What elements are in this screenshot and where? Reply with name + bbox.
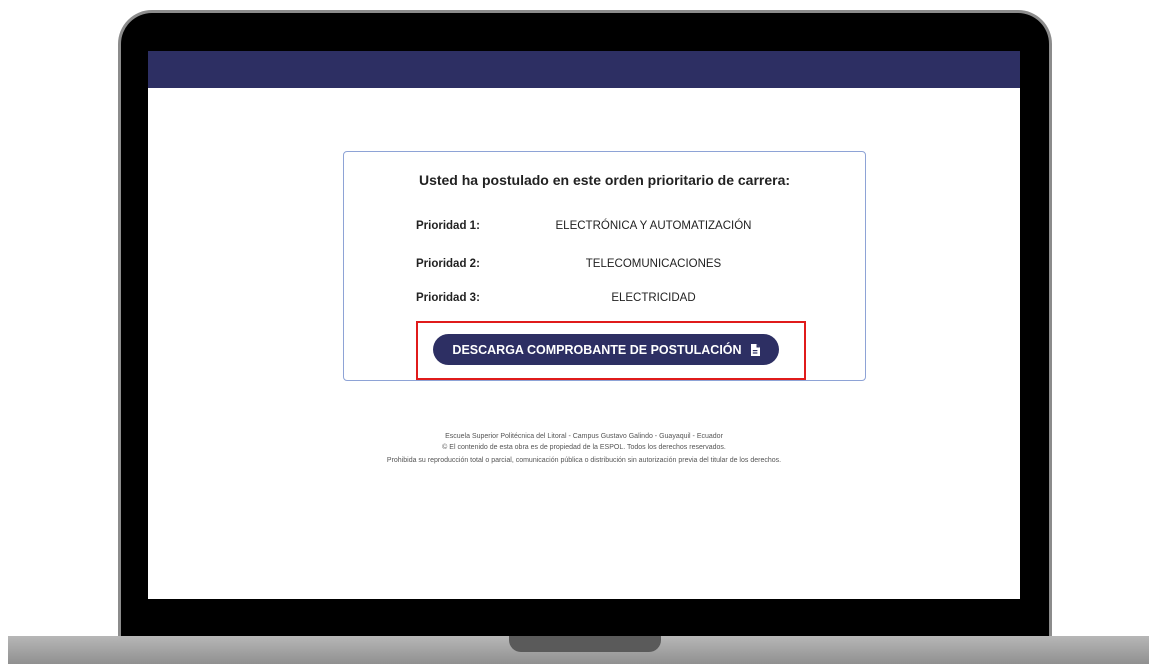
download-receipt-label: DESCARGA COMPROBANTE DE POSTULACIÓN (452, 342, 742, 357)
priority-row-1: Prioridad 1: ELECTRÓNICA Y AUTOMATIZACIÓ… (416, 220, 816, 238)
card-title: Usted ha postulado en este orden priorit… (418, 172, 791, 188)
laptop-mockup: Usted ha postulado en este orden priorit… (0, 0, 1149, 664)
laptop-screen: Usted ha postulado en este orden priorit… (148, 51, 1020, 599)
laptop-notch (509, 636, 661, 652)
priority-value-1: ELECTRÓNICA Y AUTOMATIZACIÓN (555, 220, 752, 232)
header-bar (148, 51, 1020, 88)
priority-value-3: ELECTRICIDAD (611, 292, 696, 304)
footer-copyright: © El contenido de esta obra es de propie… (442, 444, 726, 451)
priority-label-3: Prioridad 3: (416, 292, 480, 304)
priority-row-3: Prioridad 3: ELECTRICIDAD (416, 292, 816, 310)
footer-address: Escuela Superior Politécnica del Litoral… (445, 433, 723, 440)
priority-value-2: TELECOMUNICACIONES (585, 258, 722, 270)
priority-label-1: Prioridad 1: (416, 220, 480, 232)
file-icon (750, 343, 760, 356)
download-receipt-button[interactable]: DESCARGA COMPROBANTE DE POSTULACIÓN (433, 334, 779, 365)
priority-label-2: Prioridad 2: (416, 258, 480, 270)
footer-disclaimer: Prohibida su reproducción total o parcia… (386, 457, 782, 464)
priority-row-2: Prioridad 2: TELECOMUNICACIONES (416, 258, 816, 276)
